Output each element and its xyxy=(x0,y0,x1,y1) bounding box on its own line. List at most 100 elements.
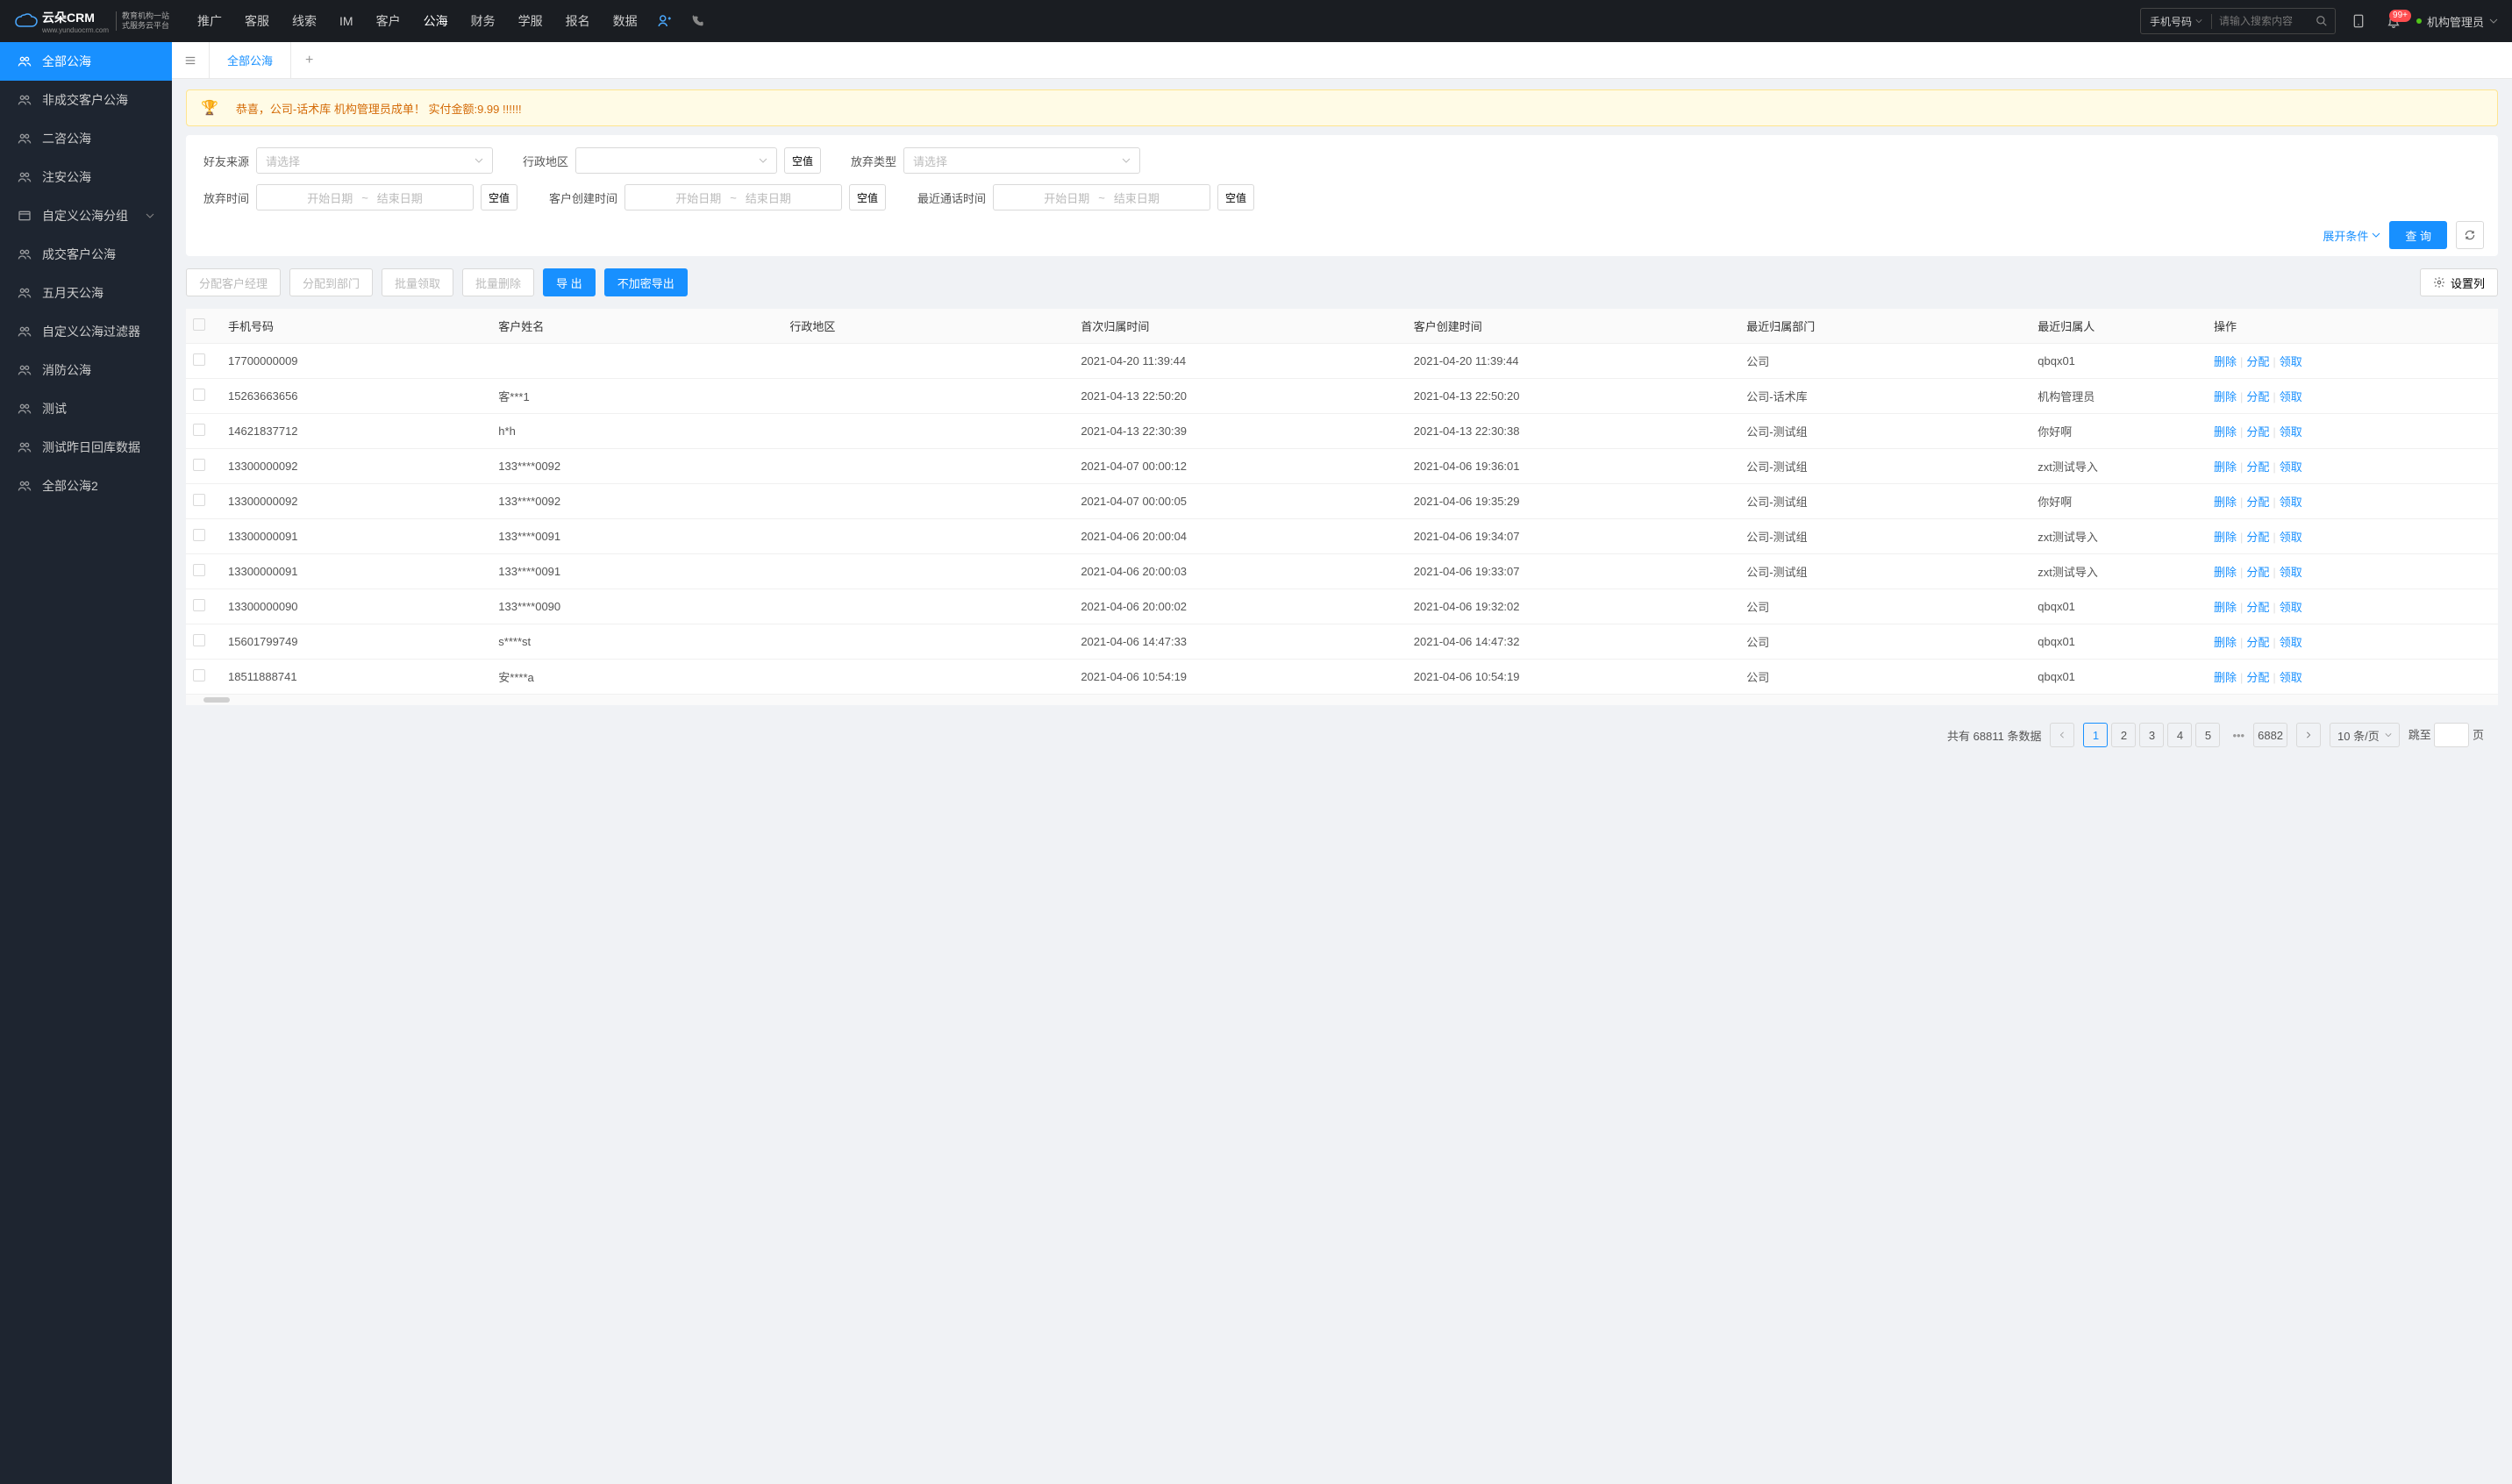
tab-active[interactable]: 全部公海 xyxy=(210,42,291,78)
add-user-icon[interactable] xyxy=(648,13,682,29)
nav-item-4[interactable]: 客户 xyxy=(366,0,411,42)
page-number-4[interactable]: 4 xyxy=(2167,723,2192,747)
filter-abandontime-range[interactable]: 开始日期~结束日期 xyxy=(256,184,474,210)
row-claim-link[interactable]: 领取 xyxy=(2280,460,2302,474)
search-type-select[interactable]: 手机号码 xyxy=(2141,14,2212,29)
expand-filters-link[interactable]: 展开条件 xyxy=(2323,227,2380,244)
filter-region-null-button[interactable]: 空值 xyxy=(784,147,821,174)
sidebar-item-4[interactable]: 自定义公海分组 xyxy=(0,196,172,235)
horizontal-scrollbar[interactable] xyxy=(186,695,2498,705)
export-plain-button[interactable]: 不加密导出 xyxy=(604,268,688,296)
nav-item-5[interactable]: 公海 xyxy=(413,0,459,42)
phone-icon[interactable] xyxy=(682,14,713,28)
page-number-1[interactable]: 1 xyxy=(2083,723,2108,747)
th-checkbox[interactable] xyxy=(186,309,221,344)
sidebar-item-2[interactable]: 二咨公海 xyxy=(0,119,172,158)
filter-createtime-null-button[interactable]: 空值 xyxy=(849,184,886,210)
row-delete-link[interactable]: 删除 xyxy=(2214,636,2237,649)
row-checkbox[interactable] xyxy=(186,554,221,589)
nav-item-7[interactable]: 学服 xyxy=(508,0,553,42)
search-input[interactable] xyxy=(2212,15,2309,27)
batch-claim-button[interactable]: 批量领取 xyxy=(382,268,453,296)
row-assign-link[interactable]: 分配 xyxy=(2246,460,2269,474)
nav-item-6[interactable]: 财务 xyxy=(460,0,506,42)
row-checkbox[interactable] xyxy=(186,624,221,660)
row-claim-link[interactable]: 领取 xyxy=(2280,496,2302,509)
page-number-5[interactable]: 5 xyxy=(2195,723,2220,747)
bell-icon[interactable]: 99+ xyxy=(2381,13,2406,29)
filter-source-select[interactable]: 请选择 xyxy=(256,147,493,174)
assign-manager-button[interactable]: 分配客户经理 xyxy=(186,268,281,296)
row-assign-link[interactable]: 分配 xyxy=(2246,566,2269,579)
row-delete-link[interactable]: 删除 xyxy=(2214,460,2237,474)
sidebar-item-0[interactable]: 全部公海 xyxy=(0,42,172,81)
row-delete-link[interactable]: 删除 xyxy=(2214,671,2237,684)
row-claim-link[interactable]: 领取 xyxy=(2280,425,2302,439)
row-checkbox[interactable] xyxy=(186,589,221,624)
refresh-button[interactable] xyxy=(2456,221,2484,249)
row-claim-link[interactable]: 领取 xyxy=(2280,671,2302,684)
row-assign-link[interactable]: 分配 xyxy=(2246,390,2269,403)
page-number-3[interactable]: 3 xyxy=(2139,723,2164,747)
page-prev-button[interactable] xyxy=(2050,723,2074,747)
nav-item-9[interactable]: 数据 xyxy=(603,0,648,42)
filter-createtime-range[interactable]: 开始日期~结束日期 xyxy=(624,184,842,210)
row-delete-link[interactable]: 删除 xyxy=(2214,390,2237,403)
row-assign-link[interactable]: 分配 xyxy=(2246,496,2269,509)
nav-item-8[interactable]: 报名 xyxy=(555,0,601,42)
filter-abandontype-select[interactable]: 请选择 xyxy=(903,147,1140,174)
row-checkbox[interactable] xyxy=(186,449,221,484)
assign-dept-button[interactable]: 分配到部门 xyxy=(289,268,373,296)
row-checkbox[interactable] xyxy=(186,519,221,554)
filter-abandontime-null-button[interactable]: 空值 xyxy=(481,184,517,210)
batch-delete-button[interactable]: 批量删除 xyxy=(462,268,534,296)
tab-add-button[interactable]: + xyxy=(291,53,327,68)
page-last-button[interactable]: 6882 xyxy=(2253,723,2287,747)
row-delete-link[interactable]: 删除 xyxy=(2214,496,2237,509)
row-delete-link[interactable]: 删除 xyxy=(2214,566,2237,579)
admin-menu[interactable]: 机构管理员 xyxy=(2416,13,2498,30)
row-checkbox[interactable] xyxy=(186,484,221,519)
row-assign-link[interactable]: 分配 xyxy=(2246,531,2269,544)
tablet-icon[interactable] xyxy=(2346,13,2371,29)
row-claim-link[interactable]: 领取 xyxy=(2280,636,2302,649)
query-button[interactable]: 查 询 xyxy=(2389,221,2447,249)
row-assign-link[interactable]: 分配 xyxy=(2246,355,2269,368)
sidebar-item-7[interactable]: 自定义公海过滤器 xyxy=(0,312,172,351)
nav-item-3[interactable]: IM xyxy=(329,0,364,42)
filter-lastcall-null-button[interactable]: 空值 xyxy=(1217,184,1254,210)
sidebar-item-11[interactable]: 全部公海2 xyxy=(0,467,172,505)
sidebar-item-9[interactable]: 测试 xyxy=(0,389,172,428)
export-button[interactable]: 导 出 xyxy=(543,268,596,296)
row-delete-link[interactable]: 删除 xyxy=(2214,601,2237,614)
row-checkbox[interactable] xyxy=(186,379,221,414)
sidebar-item-6[interactable]: 五月天公海 xyxy=(0,274,172,312)
row-checkbox[interactable] xyxy=(186,660,221,695)
nav-item-2[interactable]: 线索 xyxy=(282,0,327,42)
sidebar-item-1[interactable]: 非成交客户公海 xyxy=(0,81,172,119)
row-claim-link[interactable]: 领取 xyxy=(2280,390,2302,403)
columns-button[interactable]: 设置列 xyxy=(2420,268,2498,296)
row-checkbox[interactable] xyxy=(186,344,221,379)
row-assign-link[interactable]: 分配 xyxy=(2246,671,2269,684)
row-checkbox[interactable] xyxy=(186,414,221,449)
row-assign-link[interactable]: 分配 xyxy=(2246,425,2269,439)
sidebar-item-5[interactable]: 成交客户公海 xyxy=(0,235,172,274)
row-claim-link[interactable]: 领取 xyxy=(2280,601,2302,614)
sidebar-item-10[interactable]: 测试昨日回库数据 xyxy=(0,428,172,467)
page-next-button[interactable] xyxy=(2296,723,2321,747)
row-assign-link[interactable]: 分配 xyxy=(2246,601,2269,614)
row-delete-link[interactable]: 删除 xyxy=(2214,531,2237,544)
row-claim-link[interactable]: 领取 xyxy=(2280,566,2302,579)
row-claim-link[interactable]: 领取 xyxy=(2280,531,2302,544)
filter-region-select[interactable] xyxy=(575,147,777,174)
search-button[interactable] xyxy=(2309,15,2335,27)
nav-item-1[interactable]: 客服 xyxy=(234,0,280,42)
row-delete-link[interactable]: 删除 xyxy=(2214,355,2237,368)
page-size-select[interactable]: 10 条/页 xyxy=(2330,723,2400,747)
tab-menu-icon[interactable] xyxy=(172,42,210,78)
sidebar-item-8[interactable]: 消防公海 xyxy=(0,351,172,389)
row-delete-link[interactable]: 删除 xyxy=(2214,425,2237,439)
row-assign-link[interactable]: 分配 xyxy=(2246,636,2269,649)
row-claim-link[interactable]: 领取 xyxy=(2280,355,2302,368)
